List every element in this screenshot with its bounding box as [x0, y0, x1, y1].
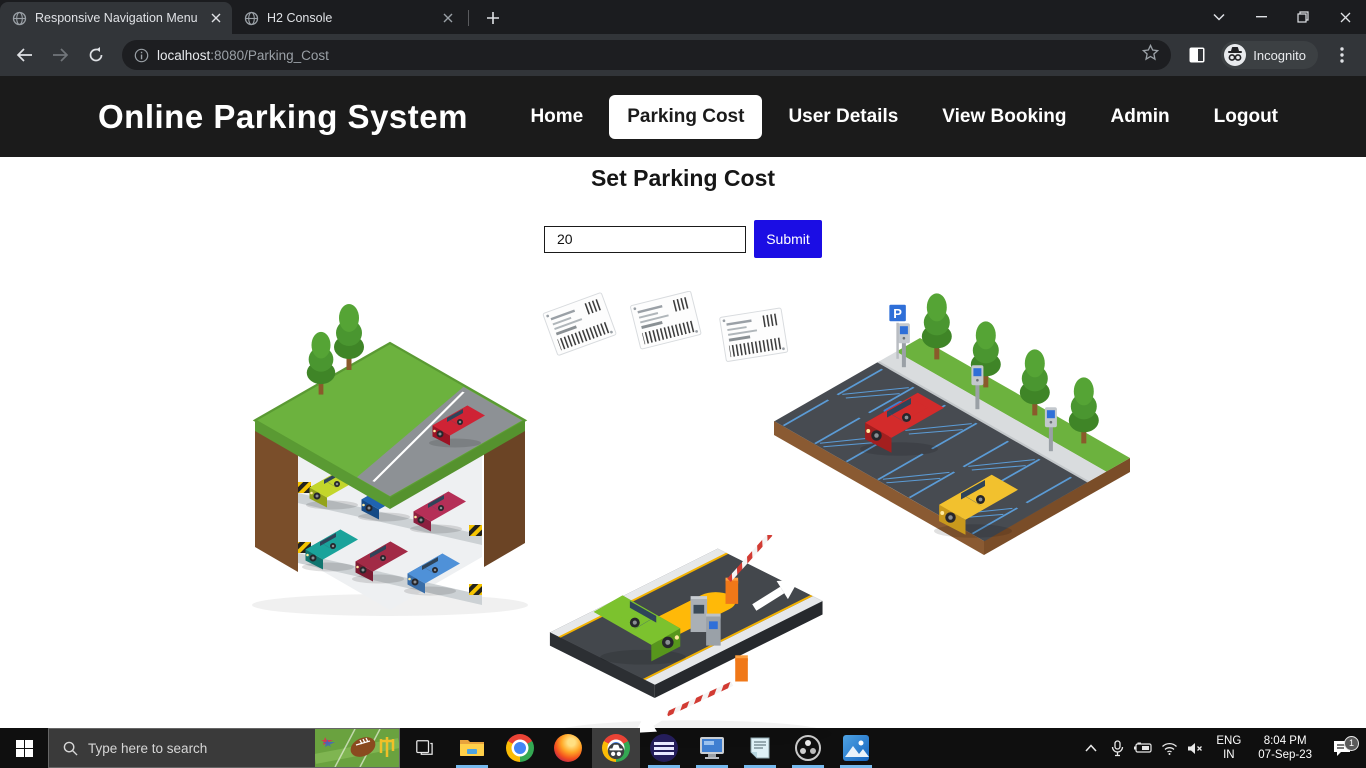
screen: Responsive Navigation Menu H2 Console lo…: [0, 0, 1366, 768]
remote-desktop-icon[interactable]: [688, 728, 736, 768]
globe-favicon-icon: [12, 11, 27, 25]
site-info-icon[interactable]: [134, 48, 149, 63]
site-menu: Home Parking Cost User Details View Book…: [512, 94, 1296, 139]
cost-form: Submit: [0, 220, 1366, 258]
p-sign-label: P: [893, 306, 902, 321]
nav-item-parking-cost[interactable]: Parking Cost: [609, 94, 763, 139]
nav-item-home[interactable]: Home: [512, 95, 601, 139]
parking-garage-illustration: [252, 304, 528, 616]
restore-button[interactable]: [1282, 0, 1324, 34]
tab-search-chevron-icon[interactable]: [1198, 0, 1240, 34]
parking-cost-input[interactable]: [544, 225, 746, 253]
system-tray: ENG IN 8:04 PM 07-Sep-23 1: [1079, 728, 1366, 768]
windows-taskbar: Type here to search ENG IN 8:04 PM 07-Se…: [0, 728, 1366, 768]
notepad-icon[interactable]: [736, 728, 784, 768]
address-bar[interactable]: localhost:8080/Parking_Cost: [122, 40, 1172, 70]
nav-item-logout[interactable]: Logout: [1196, 95, 1296, 139]
task-view-button[interactable]: [400, 728, 448, 768]
url-path: :8080/Parking_Cost: [210, 47, 329, 63]
action-center-button[interactable]: 1: [1322, 735, 1362, 757]
site-brand: Online Parking System: [98, 97, 468, 135]
clock-date: 07-Sep-23: [1258, 749, 1312, 761]
eclipse-icon[interactable]: [640, 728, 688, 768]
nav-item-admin[interactable]: Admin: [1093, 95, 1188, 139]
tab-title: H2 Console: [267, 11, 333, 25]
url-text: localhost:8080/Parking_Cost: [157, 48, 329, 63]
parking-lot-illustration: P: [774, 293, 1130, 555]
tray-chevron-icon[interactable]: [1079, 728, 1103, 768]
window-controls: [1198, 0, 1366, 34]
bookmark-star-icon[interactable]: [1142, 43, 1160, 66]
url-host: localhost: [157, 47, 211, 63]
browser-tabstrip: Responsive Navigation Menu H2 Console: [0, 0, 1366, 34]
language-code: ENG: [1216, 734, 1242, 747]
tab-close-icon[interactable]: [440, 10, 456, 26]
obs-icon[interactable]: [784, 728, 832, 768]
submit-button[interactable]: Submit: [754, 220, 822, 258]
start-button[interactable]: [0, 728, 48, 768]
language-indicator[interactable]: ENG IN: [1209, 734, 1248, 763]
chrome-incognito-icon[interactable]: [592, 728, 640, 768]
page-content: Set Parking Cost Submit: [0, 157, 1366, 748]
taskbar-search[interactable]: Type here to search: [48, 728, 400, 768]
search-highlight-image[interactable]: [315, 729, 399, 767]
wifi-icon[interactable]: [1157, 728, 1181, 768]
firefox-icon[interactable]: [544, 728, 592, 768]
parking-tickets-illustration: [542, 291, 789, 362]
side-panel-icon[interactable]: [1181, 39, 1213, 71]
tab-responsive-navigation-menu[interactable]: Responsive Navigation Menu: [0, 2, 232, 34]
chrome-icon[interactable]: [496, 728, 544, 768]
tab-h2-console[interactable]: H2 Console: [232, 2, 464, 34]
nav-item-view-booking[interactable]: View Booking: [924, 95, 1084, 139]
photos-icon[interactable]: [832, 728, 880, 768]
page-title: Set Parking Cost: [590, 165, 776, 191]
microphone-icon[interactable]: [1105, 728, 1129, 768]
forward-button[interactable]: [44, 39, 76, 71]
tab-title: Responsive Navigation Menu: [35, 11, 198, 25]
close-window-button[interactable]: [1324, 0, 1366, 34]
tab-divider: [468, 10, 469, 26]
site-navbar: Online Parking System Home Parking Cost …: [0, 76, 1366, 157]
browser-toolbar: localhost:8080/Parking_Cost Incognito: [0, 34, 1366, 76]
reload-button[interactable]: [80, 39, 112, 71]
search-icon: [63, 741, 78, 756]
volume-muted-icon[interactable]: [1183, 728, 1207, 768]
incognito-icon: [1224, 44, 1247, 66]
clock-time: 8:04 PM: [1263, 734, 1307, 747]
minimize-button[interactable]: [1240, 0, 1282, 34]
notification-badge: 1: [1344, 735, 1359, 751]
nav-item-user-details[interactable]: User Details: [770, 95, 916, 139]
search-placeholder: Type here to search: [88, 740, 208, 756]
back-button[interactable]: [8, 39, 40, 71]
battery-icon[interactable]: [1131, 728, 1155, 768]
new-tab-button[interactable]: [479, 4, 507, 32]
incognito-badge: Incognito: [1221, 41, 1318, 69]
browser-menu-kebab-icon[interactable]: [1326, 39, 1358, 71]
incognito-label: Incognito: [1253, 47, 1306, 63]
globe-favicon-icon: [244, 11, 259, 25]
clock[interactable]: 8:04 PM 07-Sep-23: [1250, 734, 1320, 763]
taskbar-spacer: [880, 728, 1079, 768]
file-explorer-icon[interactable]: [448, 728, 496, 768]
tab-close-icon[interactable]: [208, 10, 224, 26]
region-code: IN: [1223, 749, 1235, 761]
